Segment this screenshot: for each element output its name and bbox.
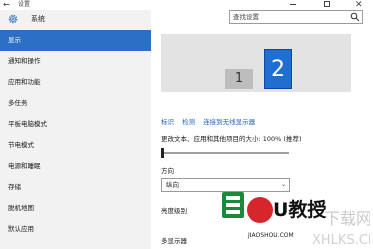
connect-wireless-display-link[interactable]: 连接到无线显示器 — [203, 118, 255, 126]
sidebar-item-storage[interactable]: 存储 — [0, 177, 151, 198]
sidebar-item-default-apps[interactable]: 默认应用 — [0, 219, 151, 240]
sidebar-item-power-sleep[interactable]: 电源和睡眠 — [0, 156, 151, 177]
sidebar-item-offline-maps[interactable]: 脱机地图 — [0, 198, 151, 219]
gear-icon — [8, 14, 18, 24]
sidebar-item-notifications[interactable]: 通知和操作 — [0, 51, 151, 72]
sidebar-item-tablet-mode[interactable]: 平板电脑模式 — [0, 114, 151, 135]
multiple-displays-label: 多显示器 — [161, 237, 187, 245]
monitor-2[interactable]: 2 — [264, 49, 292, 89]
monitor-arrangement: 1 2 — [161, 34, 351, 92]
sidebar: 系统 显示 通知和操作 应用和功能 多任务 平板电脑模式 节电模式 电源和睡眠 … — [0, 10, 151, 249]
watermark-logo: U教授 JIAOSHOU.COM 下载网 XHLKS.CN — [222, 192, 370, 248]
sidebar-heading: 系统 — [31, 15, 45, 23]
scale-slider-track[interactable] — [161, 152, 289, 154]
scale-slider-thumb[interactable] — [161, 148, 164, 158]
sidebar-nav: 显示 通知和操作 应用和功能 多任务 平板电脑模式 节电模式 电源和睡眠 存储 … — [0, 30, 151, 240]
minimize-icon[interactable] — [290, 4, 296, 5]
search-input[interactable]: 查找设置 — [229, 10, 363, 24]
identify-link[interactable]: 标识 — [161, 118, 174, 126]
watermark-side-text: 下载网 — [324, 209, 370, 228]
back-arrow-icon[interactable]: ← — [3, 0, 10, 10]
maximize-icon[interactable] — [324, 1, 330, 7]
search-placeholder: 查找设置 — [233, 13, 259, 21]
scale-label: 更改文本、应用和其他项目的大小: 100% (推荐) — [161, 135, 302, 143]
orientation-value: 纵向 — [166, 181, 179, 189]
sidebar-item-display[interactable]: 显示 — [0, 30, 151, 51]
window-title: 设置 — [18, 1, 31, 8]
sidebar-item-apps-features[interactable]: 应用和功能 — [0, 72, 151, 93]
title-bar: ← 设置 ✕ — [0, 0, 373, 10]
display-links: 标识 检测 连接到无线显示器 — [161, 117, 261, 127]
monitor-1[interactable]: 1 — [225, 69, 253, 89]
detect-link[interactable]: 检测 — [182, 118, 195, 126]
watermark-url: JIAOSHOU.COM — [247, 232, 294, 239]
search-icon — [350, 12, 360, 22]
close-icon[interactable]: ✕ — [355, 0, 363, 10]
brightness-label: 亮度级别 — [161, 207, 187, 215]
watermark-brand: U教授 — [273, 198, 327, 221]
sidebar-item-battery-saver[interactable]: 节电模式 — [0, 135, 151, 156]
sidebar-item-multitasking[interactable]: 多任务 — [0, 93, 151, 114]
orientation-label: 方向 — [161, 167, 174, 175]
watermark-site-text: XHLKS.CN — [312, 233, 370, 248]
